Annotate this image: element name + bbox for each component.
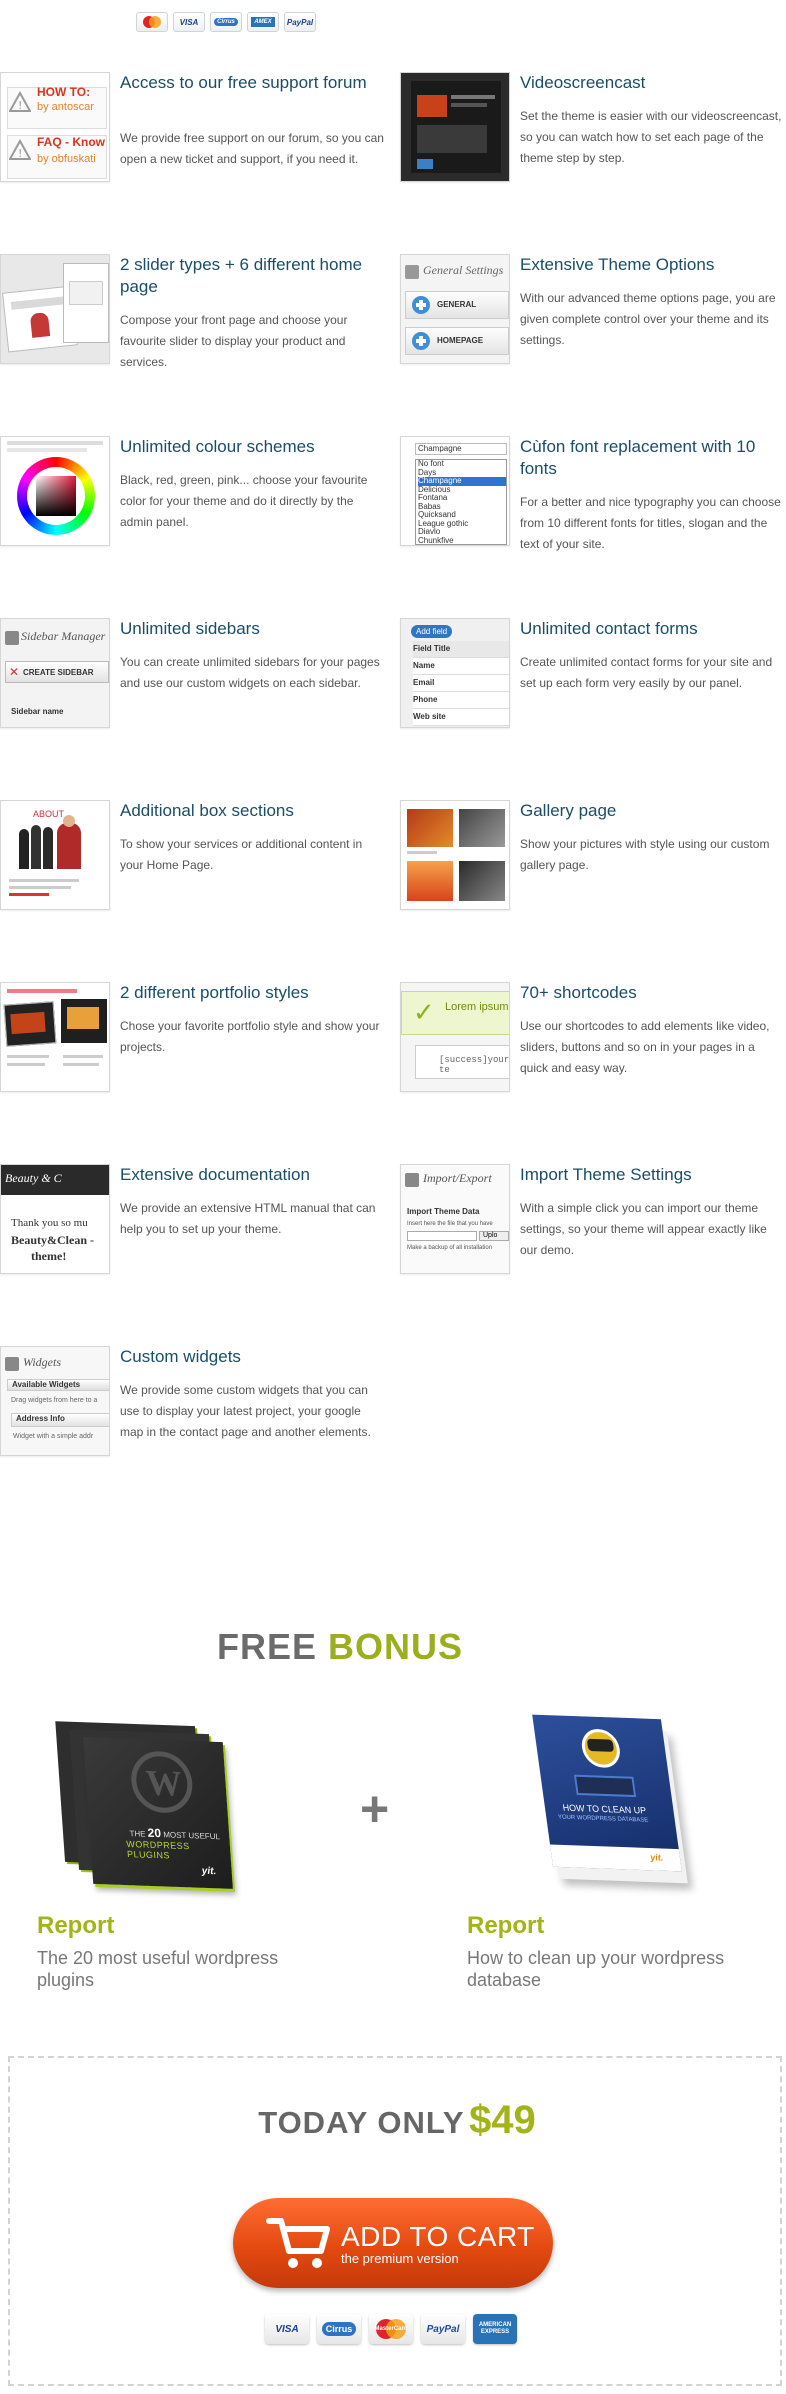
- price-line: TODAY ONLY $49: [258, 2098, 536, 2142]
- feature-title: 2 different portfolio styles: [120, 983, 309, 1002]
- add-to-cart-button[interactable]: ADD TO CART the premium version: [233, 2198, 553, 2288]
- feature-videoscreencast: Videoscreencast Set the theme is easier …: [400, 72, 786, 232]
- feature-cufon-fonts: Champagne No font Days Champagne Delicio…: [400, 436, 786, 596]
- feature-desc: Set the theme is easier with our videosc…: [520, 109, 782, 165]
- feature-title: Custom widgets: [120, 1347, 241, 1366]
- gallery-thumbnail: [400, 800, 510, 910]
- plus-icon: +: [360, 1781, 390, 1837]
- visa-icon: VISA: [265, 2314, 309, 2344]
- report-cover-wordpress-plugins: W THE 20 MOST USEFUL WORDPRESS PLUGINS y…: [50, 1718, 233, 1889]
- feature-desc: We provide free support on our forum, so…: [120, 131, 384, 166]
- svg-text:!: !: [18, 147, 22, 160]
- feature-title: Videoscreencast: [520, 73, 646, 92]
- documentation-thumbnail: Beauty & C Thank you so mu Beauty&Clean …: [0, 1164, 110, 1274]
- feature-title: 70+ shortcodes: [520, 983, 637, 1002]
- feature-desc: We provide some custom widgets that you …: [120, 1383, 371, 1439]
- feature-desc: We provide an extensive HTML manual that…: [120, 1201, 376, 1236]
- feature-title: Gallery page: [520, 801, 617, 820]
- feature-title: Cùfon font replacement with 10 fonts: [520, 437, 756, 478]
- feature-desc: You can create unlimited sidebars for yo…: [120, 655, 380, 690]
- colour-schemes-thumbnail: [0, 436, 110, 546]
- sidebars-thumbnail: Sidebar Manager ✕ CREATE SIDEBAR Sidebar…: [0, 618, 110, 728]
- svg-text:W: W: [145, 1762, 184, 1803]
- feature-title: 2 slider types + 6 different home page: [120, 255, 363, 296]
- feature-desc: Show your pictures with style using our …: [520, 837, 770, 872]
- shortcodes-thumbnail: ✓ Lorem ipsum [success]your te: [400, 982, 510, 1092]
- feature-contact-forms: Add field Field Title Name Email Phone W…: [400, 618, 786, 778]
- feature-custom-widgets: Widgets Available Widgets Drag widgets f…: [0, 1346, 390, 1506]
- feature-title: Access to our free support forum: [120, 73, 367, 92]
- feature-desc: With a simple click you can import our t…: [520, 1201, 767, 1257]
- box-sections-thumbnail: ABOUT: [0, 800, 110, 910]
- support-forum-thumbnail: ! HOW TO: by antoscar ! FAQ - Know by ob…: [0, 72, 110, 182]
- report-2-label: Report: [467, 1912, 545, 1939]
- feature-title: Unlimited contact forms: [520, 619, 698, 638]
- custom-widgets-thumbnail: Widgets Available Widgets Drag widgets f…: [0, 1346, 110, 1456]
- feature-desc: Black, red, green, pink... choose your f…: [120, 473, 368, 529]
- feature-documentation: Beauty & C Thank you so mu Beauty&Clean …: [0, 1164, 390, 1324]
- videoscreencast-thumbnail: [400, 72, 510, 182]
- report-1-desc: The 20 most useful wordpress plugins: [37, 1948, 279, 1990]
- feature-desc: Create unlimited contact forms for your …: [520, 655, 773, 690]
- theme-options-thumbnail: General Settings GENERAL HOMEPAGE: [400, 254, 510, 364]
- cirrus-icon: Cirrus: [317, 2314, 361, 2344]
- report-2-desc: How to clean up your wordpress database: [467, 1948, 725, 1990]
- feature-desc: Chose your favorite portfolio style and …: [120, 1019, 380, 1054]
- feature-title: Unlimited sidebars: [120, 619, 260, 638]
- report-1-label: Report: [37, 1912, 115, 1939]
- feature-gallery: Gallery page Show your pictures with sty…: [400, 800, 786, 960]
- contact-forms-thumbnail: Add field Field Title Name Email Phone W…: [400, 618, 510, 728]
- feature-import-settings: Import/Export Import Theme Data Insert h…: [400, 1164, 786, 1324]
- visa-icon: VISA: [173, 12, 205, 32]
- report-cover-clean-database: HOW TO CLEAN UP YOUR WORDPRESS DATABASE …: [528, 1710, 708, 1890]
- feature-desc: For a better and nice typography you can…: [520, 495, 781, 551]
- amex-icon: AMERICAN EXPRESS: [473, 2314, 517, 2344]
- paypal-icon: PayPal: [284, 12, 316, 32]
- paypal-icon: PayPal: [421, 2314, 465, 2344]
- bonus-title: FREE BONUS: [216, 1626, 464, 1667]
- feature-theme-options: General Settings GENERAL HOMEPAGE Extens…: [400, 254, 786, 414]
- feature-shortcodes: ✓ Lorem ipsum [success]your te 70+ short…: [400, 982, 786, 1142]
- cufon-fonts-thumbnail: Champagne No font Days Champagne Delicio…: [400, 436, 510, 546]
- feature-desc: With our advanced theme options page, yo…: [520, 291, 776, 347]
- feature-portfolio-styles: 2 different portfolio styles Chose your …: [0, 982, 390, 1142]
- feature-title: Import Theme Settings: [520, 1165, 692, 1184]
- feature-support-forum: ! HOW TO: by antoscar ! FAQ - Know by ob…: [0, 72, 390, 232]
- feature-desc: Compose your front page and choose your …: [120, 313, 348, 369]
- feature-title: Extensive documentation: [120, 1165, 310, 1184]
- wordpress-logo-icon: W: [131, 1751, 193, 1813]
- add-to-cart-sublabel: the premium version: [341, 2250, 459, 2266]
- bottom-payment-cards: VISA Cirrus MasterCard PayPal AMERICAN E…: [265, 2314, 517, 2344]
- shopping-cart-icon: [266, 2218, 330, 2268]
- feature-title: Extensive Theme Options: [520, 255, 715, 274]
- feature-sidebars: Sidebar Manager ✕ CREATE SIDEBAR Sidebar…: [0, 618, 390, 778]
- import-settings-thumbnail: Import/Export Import Theme Data Insert h…: [400, 1164, 510, 1274]
- feature-colour-schemes: Unlimited colour schemes Black, red, gre…: [0, 436, 390, 596]
- feature-slider-types: 2 slider types + 6 different home page C…: [0, 254, 390, 414]
- feature-title: Additional box sections: [120, 801, 294, 820]
- feature-desc: Use our shortcodes to add elements like …: [520, 1019, 770, 1075]
- purchase-box: TODAY ONLY $49 ADD TO CART the premium v…: [8, 2056, 782, 2386]
- portfolio-styles-thumbnail: [0, 982, 110, 1092]
- mastercard-icon: [136, 12, 168, 32]
- add-to-cart-label: ADD TO CART: [341, 2220, 535, 2252]
- feature-box-sections: ABOUT Additional box sections To show yo…: [0, 800, 390, 960]
- amex-icon: AMEX: [247, 12, 279, 32]
- mastercard-icon: MasterCard: [369, 2314, 413, 2344]
- feature-desc: To show your services or additional cont…: [120, 837, 363, 872]
- checkmark-icon: ✓: [413, 997, 435, 1027]
- feature-title: Unlimited colour schemes: [120, 437, 315, 456]
- svg-text:!: !: [18, 99, 22, 112]
- top-payment-cards: VISA Cirrus AMEX PayPal: [136, 12, 316, 34]
- slider-types-thumbnail: [0, 254, 110, 364]
- cirrus-icon: Cirrus: [210, 12, 242, 32]
